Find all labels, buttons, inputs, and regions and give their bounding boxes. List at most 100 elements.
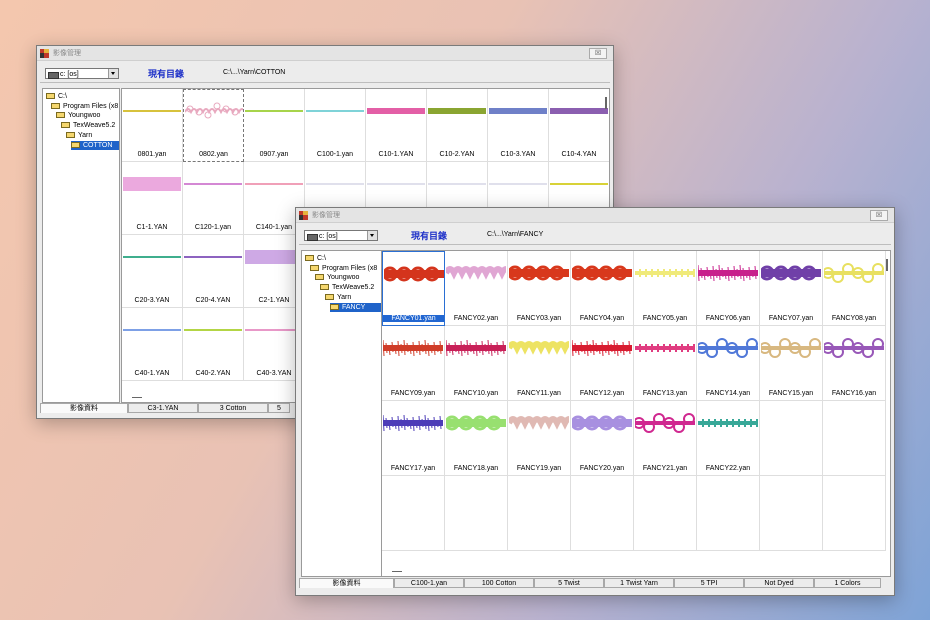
title-bar[interactable]: 影像管理 ☒ [296,208,894,223]
chevron-down-icon[interactable] [367,231,377,240]
current-directory-label: 現有目錄 [411,231,448,241]
close-button[interactable]: ☒ [870,210,888,221]
tree-node[interactable]: FANCY [330,302,381,312]
yarn-file-name: C120-1.yan [194,224,232,231]
yarn-thumbnail[interactable]: FANCY16.yan [822,326,886,401]
yarn-thumbnail[interactable]: FANCY15.yan [759,326,823,401]
yarn-thumbnail[interactable]: C120-1.yan [183,162,244,235]
yarn-thumbnail[interactable]: FANCY01.yan [382,251,445,326]
chevron-down-icon[interactable] [108,69,118,78]
yarn-file-name: FANCY09.yan [390,390,436,397]
vertical-scrollbar[interactable] [605,97,607,109]
close-button[interactable]: ☒ [589,48,607,59]
vertical-scrollbar[interactable] [886,259,888,271]
yarn-thumbnail[interactable]: FANCY11.yan [506,326,576,401]
yarn-thumbnail-grid[interactable]: FANCY01.yan FANCY02.yan FANCY03.yan FANCY04… [381,250,891,577]
horizontal-scrollbar[interactable] [392,571,402,572]
yarn-thumbnail[interactable]: FANCY02.yan [443,251,513,326]
yarn-thumbnail[interactable]: C20-3.YAN [122,235,183,308]
yarn-thumbnail[interactable]: FANCY08.yan [822,251,886,326]
yarn-thumbnail[interactable]: C40-2.YAN [183,308,244,381]
yarn-thumbnail[interactable]: FANCY20.yan [570,401,634,476]
yarn-thumbnail[interactable]: FANCY06.yan [697,251,760,326]
status-bar: 影像資料 C100-1.yan 100 Cotton 5 Twist 1 Twist Y… [299,578,891,588]
status-field: 1 Twist Yarn [604,578,674,588]
tree-node[interactable]: Yarn [325,293,351,302]
yarn-thumbnail[interactable]: FANCY10.yan [445,326,508,401]
yarn-thumbnail[interactable]: FANCY13.yan [634,326,697,401]
empty-thumbnail-slot[interactable] [760,401,823,476]
yarn-thumbnail[interactable]: FANCY17.yan [382,401,445,476]
tree-node[interactable]: TexWeave5.2 [320,283,374,292]
empty-thumbnail-slot[interactable] [634,476,697,551]
yarn-thumbnail[interactable]: C40-1.YAN [122,308,183,381]
yarn-thumbnail[interactable]: 0907.yan [244,89,305,162]
yarn-thumbnail[interactable]: 0802.yan [183,89,246,162]
tree-node[interactable]: Youngwoo [315,273,359,282]
yarn-thumbnail[interactable]: FANCY07.yan [759,251,823,326]
tree-node[interactable]: C:\ [46,92,67,101]
yarn-thumbnail[interactable]: C100-1.yan [305,89,366,162]
status-field: 5 [268,403,290,413]
image-data-tab[interactable]: 影像資料 [40,403,128,413]
tree-node[interactable]: COTTON [71,140,119,150]
drive-select[interactable]: c: [os] [304,230,378,241]
tree-node[interactable]: Program Files (x8 [51,102,118,111]
yarn-thumbnail-image [245,183,303,185]
horizontal-scrollbar[interactable] [132,397,142,398]
yarn-file-name: FANCY15.yan [768,390,814,397]
empty-thumbnail-slot[interactable] [823,476,886,551]
yarn-thumbnail[interactable]: FANCY19.yan [506,401,576,476]
yarn-thumbnail-image [445,339,506,357]
yarn-swatch [759,331,821,367]
yarn-thumbnail[interactable]: FANCY22.yan [697,401,760,476]
yarn-thumbnail[interactable]: C1-1.YAN [122,162,183,235]
tree-node[interactable]: TexWeave5.2 [61,121,115,130]
tree-node[interactable]: C:\ [305,254,326,263]
yarn-thumbnail[interactable]: FANCY09.yan [382,326,445,401]
folder-icon [56,112,65,119]
empty-thumbnail-slot[interactable] [445,476,508,551]
yarn-thumbnail[interactable]: FANCY21.yan [633,401,697,476]
yarn-thumbnail[interactable]: C20-4.YAN [183,235,244,308]
drive-select[interactable]: c: [os] [45,68,119,79]
tree-node[interactable]: Youngwoo [56,111,100,120]
folder-open-icon [330,303,339,310]
yarn-file-name: C10-1.YAN [378,151,414,158]
yarn-swatch [245,167,303,203]
folder-tree[interactable]: C:\ Program Files (x8 Youngwoo TexWeave5.2 Y… [42,88,120,403]
yarn-thumbnail[interactable]: 0801.yan [122,89,183,162]
tree-node[interactable]: Program Files (x8 [310,264,377,273]
yarn-thumbnail[interactable]: FANCY18.yan [444,401,508,476]
empty-thumbnail-slot[interactable] [697,476,760,551]
title-bar[interactable]: 影像管理 ☒ [37,46,613,61]
yarn-swatch [759,256,821,292]
yarn-thumbnail[interactable]: C10-3.YAN [488,89,549,162]
yarn-thumbnail[interactable]: C10-2.YAN [427,89,488,162]
yarn-thumbnail[interactable]: C10-4.YAN [549,89,609,162]
yarn-thumbnail-image [759,265,821,281]
empty-thumbnail-slot[interactable] [382,476,445,551]
tree-node[interactable]: Yarn [66,131,92,140]
yarn-thumbnail[interactable]: FANCY12.yan [571,326,634,401]
yarn-thumbnail[interactable]: FANCY03.yan [507,251,571,326]
yarn-swatch [635,256,695,292]
drive-select-value: c: [os] [319,233,338,240]
yarn-thumbnail[interactable]: FANCY14.yan [696,326,760,401]
yarn-thumbnail-image [571,339,632,357]
yarn-thumbnail[interactable]: FANCY04.yan [570,251,634,326]
empty-thumbnail-slot[interactable] [760,476,823,551]
yarn-thumbnail-image [489,183,547,185]
yarn-thumbnail-image [184,102,246,119]
yarn-swatch [382,406,443,442]
yarn-thumbnail[interactable]: C10-1.YAN [366,89,427,162]
empty-thumbnail-slot[interactable] [571,476,634,551]
empty-thumbnail-slot[interactable] [508,476,571,551]
image-data-tab[interactable]: 影像資料 [299,578,394,588]
yarn-thumbnail[interactable]: FANCY05.yan [634,251,697,326]
folder-tree[interactable]: C:\ Program Files (x8 Youngwoo TexWeave5.2 Y… [301,250,382,577]
empty-thumbnail-slot[interactable] [823,401,886,476]
yarn-swatch [367,167,425,203]
yarn-thumbnail-image [633,413,695,433]
yarn-thumbnail-image [550,183,608,185]
